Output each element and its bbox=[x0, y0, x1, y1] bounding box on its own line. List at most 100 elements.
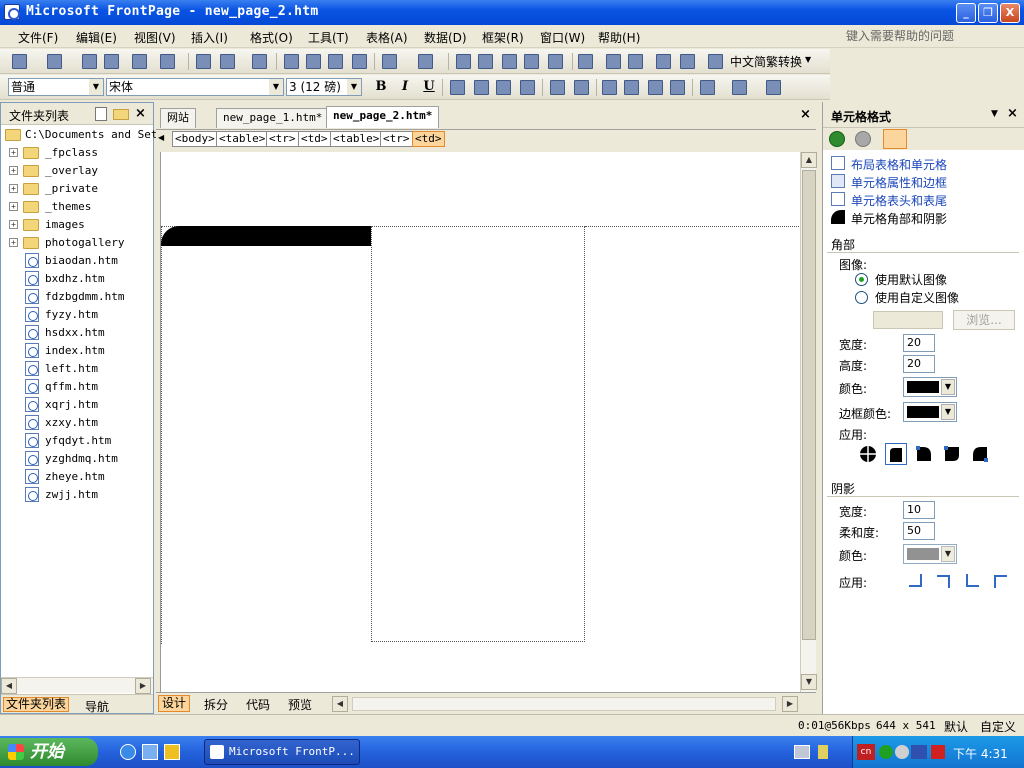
close-button[interactable]: X bbox=[1000, 3, 1020, 23]
expand-icon[interactable]: + bbox=[9, 220, 18, 229]
anchor-icon[interactable] bbox=[678, 52, 696, 70]
tag-body[interactable]: <body> bbox=[172, 131, 218, 147]
taskbar-frontpage-item[interactable]: Microsoft FrontP... bbox=[204, 739, 360, 765]
expand-icon[interactable]: + bbox=[9, 148, 18, 157]
save-icon[interactable] bbox=[80, 52, 98, 70]
file-item[interactable]: biaodan.htm bbox=[7, 252, 118, 270]
tray-app-icon[interactable] bbox=[794, 745, 810, 759]
tag-td-selected[interactable]: <td> bbox=[412, 131, 445, 147]
toggle-pane-icon[interactable] bbox=[158, 52, 176, 70]
apply-top-right-corner-icon[interactable] bbox=[913, 443, 935, 465]
cut-icon[interactable] bbox=[282, 52, 300, 70]
shadow-bottom-left-icon[interactable] bbox=[961, 570, 983, 592]
insert-layer-icon[interactable] bbox=[500, 52, 518, 70]
shadow-softness-input[interactable]: 50 bbox=[903, 522, 935, 540]
menu-tools[interactable]: 工具(T) bbox=[308, 29, 349, 46]
font-color-icon[interactable] bbox=[764, 78, 782, 96]
increase-indent-icon[interactable] bbox=[668, 78, 686, 96]
shadow-bottom-right-icon[interactable] bbox=[905, 570, 927, 592]
style-select[interactable]: 普通 ▼ bbox=[8, 78, 104, 96]
ie-icon[interactable] bbox=[120, 744, 136, 760]
link-corners-shadows[interactable]: 单元格角部和阴影 bbox=[851, 210, 947, 227]
tray-network-icon[interactable] bbox=[911, 745, 927, 759]
design-canvas[interactable] bbox=[160, 152, 801, 692]
link-cell-properties[interactable]: 单元格属性和边框 bbox=[851, 174, 947, 191]
menu-file[interactable]: 文件(F) bbox=[18, 29, 58, 46]
table-cell-middle[interactable] bbox=[371, 226, 585, 642]
menu-insert[interactable]: 插入(I) bbox=[191, 29, 228, 46]
font-select[interactable]: 宋体 ▼ bbox=[106, 78, 284, 96]
drawing-icon[interactable] bbox=[546, 52, 564, 70]
justify-icon[interactable] bbox=[518, 78, 536, 96]
apply-all-corners-icon[interactable] bbox=[857, 443, 879, 465]
shadow-top-left-icon[interactable] bbox=[989, 570, 1011, 592]
folder-item[interactable]: + _overlay bbox=[7, 162, 98, 180]
menu-view[interactable]: 视图(V) bbox=[134, 29, 176, 46]
file-item[interactable]: xqrj.htm bbox=[7, 396, 98, 414]
refresh-icon[interactable] bbox=[604, 52, 622, 70]
close-document-icon[interactable]: × bbox=[800, 107, 811, 122]
menu-table[interactable]: 表格(A) bbox=[366, 29, 408, 46]
hscroll-left-icon[interactable]: ◀ bbox=[332, 696, 348, 712]
tag-table-inner[interactable]: <table> bbox=[330, 131, 383, 147]
redo-icon[interactable] bbox=[416, 52, 434, 70]
view-design-tab[interactable]: 设计 bbox=[158, 695, 191, 712]
tab-navigation[interactable]: 导航 bbox=[85, 698, 109, 715]
highlight-icon[interactable] bbox=[730, 78, 748, 96]
format-painter-icon[interactable] bbox=[350, 52, 368, 70]
tag-tr[interactable]: <tr> bbox=[266, 131, 299, 147]
open-icon[interactable] bbox=[45, 52, 63, 70]
menu-help[interactable]: 帮助(H) bbox=[598, 29, 640, 46]
expand-icon[interactable]: + bbox=[9, 166, 18, 175]
border-color-picker[interactable]: ▼ bbox=[903, 402, 957, 422]
file-item[interactable]: left.htm bbox=[7, 360, 98, 378]
scroll-down-icon[interactable]: ▼ bbox=[801, 674, 817, 690]
new-folder-icon[interactable] bbox=[113, 109, 129, 120]
file-item[interactable]: qffm.htm bbox=[7, 378, 98, 396]
folder-item[interactable]: + _themes bbox=[7, 198, 91, 216]
editor-horizontal-scrollbar[interactable] bbox=[352, 697, 776, 711]
decrease-font-icon[interactable] bbox=[572, 78, 590, 96]
corner-width-input[interactable]: 20 bbox=[903, 334, 935, 352]
menu-edit[interactable]: 编辑(E) bbox=[76, 29, 117, 46]
print-preview-icon[interactable] bbox=[218, 52, 236, 70]
chevron-down-icon[interactable]: ▼ bbox=[991, 109, 998, 119]
insert-picture-icon[interactable] bbox=[522, 52, 540, 70]
tray-red-icon[interactable] bbox=[931, 745, 945, 759]
status-mode-custom[interactable]: 自定义 bbox=[980, 718, 1016, 735]
close-icon[interactable]: × bbox=[135, 106, 146, 121]
tab-website[interactable]: 网站 bbox=[160, 108, 196, 128]
tray-pen-icon[interactable] bbox=[818, 745, 828, 759]
help-icon[interactable] bbox=[706, 52, 724, 70]
align-center-icon[interactable] bbox=[472, 78, 490, 96]
file-item[interactable]: bxdhz.htm bbox=[7, 270, 105, 288]
spelling-icon[interactable] bbox=[250, 52, 268, 70]
new-page-icon[interactable] bbox=[95, 107, 107, 121]
scroll-up-icon[interactable]: ▲ bbox=[801, 152, 817, 168]
print-icon[interactable] bbox=[194, 52, 212, 70]
file-item[interactable]: fyzy.htm bbox=[7, 306, 98, 324]
italic-button[interactable]: I bbox=[396, 78, 414, 96]
file-item[interactable]: yfqdyt.htm bbox=[7, 432, 111, 450]
paste-icon[interactable] bbox=[326, 52, 344, 70]
undo-icon[interactable] bbox=[380, 52, 398, 70]
file-item[interactable]: index.htm bbox=[7, 342, 105, 360]
quicklaunch-app-icon[interactable] bbox=[164, 744, 180, 760]
apply-top-left-corner-icon[interactable] bbox=[969, 443, 991, 465]
hscroll-right-icon[interactable]: ▶ bbox=[782, 696, 798, 712]
numbered-list-icon[interactable] bbox=[600, 78, 618, 96]
ime-cn-icon[interactable]: cn bbox=[857, 744, 875, 760]
bold-button[interactable]: B bbox=[372, 78, 390, 96]
file-item[interactable]: zheye.htm bbox=[7, 468, 105, 486]
view-code-tab[interactable]: 代码 bbox=[246, 696, 270, 713]
tray-gray-icon[interactable] bbox=[895, 745, 909, 759]
menu-format[interactable]: 格式(O) bbox=[250, 29, 293, 46]
file-item[interactable]: hsdxx.htm bbox=[7, 324, 105, 342]
stop-icon[interactable] bbox=[626, 52, 644, 70]
editor-vertical-scrollbar[interactable]: ▲ ▼ bbox=[800, 152, 817, 692]
shadow-top-right-icon[interactable] bbox=[933, 570, 955, 592]
align-left-icon[interactable] bbox=[448, 78, 466, 96]
scroll-left-icon[interactable]: ◀ bbox=[1, 678, 17, 694]
folder-item[interactable]: + images bbox=[7, 216, 85, 234]
forward-icon[interactable] bbox=[855, 131, 871, 147]
